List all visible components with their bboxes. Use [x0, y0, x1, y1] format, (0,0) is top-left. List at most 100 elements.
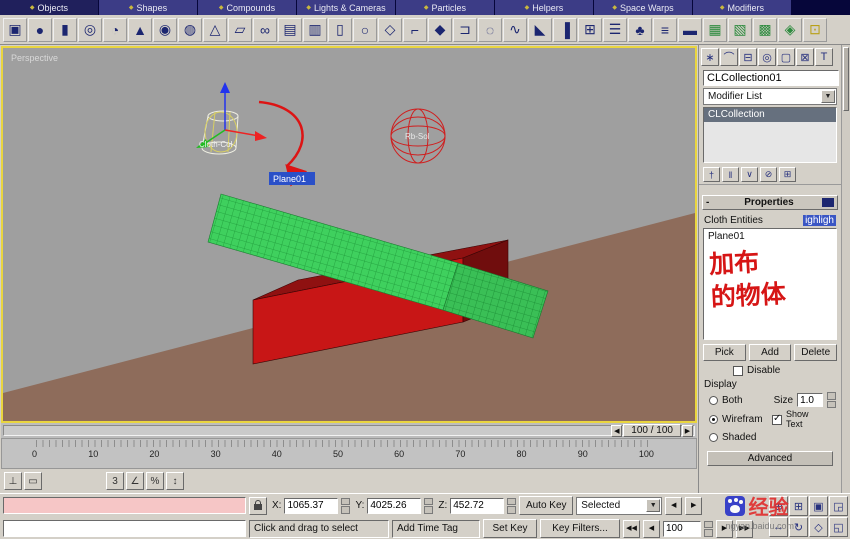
- foliage-icon[interactable]: ♣: [628, 17, 652, 42]
- set-key-button[interactable]: Set Key: [483, 519, 537, 538]
- x-coordinate-field[interactable]: [284, 497, 339, 514]
- hose-icon[interactable]: ∿: [503, 17, 527, 42]
- create-tab-icon[interactable]: ∗: [701, 48, 719, 66]
- torus-knot-icon[interactable]: ∞: [253, 17, 277, 42]
- delete-button[interactable]: Delete: [794, 344, 838, 361]
- pin-stack-icon[interactable]: †: [703, 167, 720, 182]
- configure-modifier-sets-icon[interactable]: ⊞: [779, 167, 796, 182]
- torus-icon[interactable]: ◎: [78, 17, 102, 42]
- tab-helpers[interactable]: ◆ Helpers: [495, 0, 594, 15]
- time-slider-left-arrow[interactable]: ◀: [611, 424, 623, 437]
- previous-frame-button[interactable]: ◀: [643, 519, 660, 538]
- current-frame-field[interactable]: [663, 520, 701, 537]
- field-of-view-icon[interactable]: ◇: [809, 517, 828, 537]
- cv-surface-icon[interactable]: ◈: [778, 17, 802, 42]
- y-spinner[interactable]: [424, 498, 433, 514]
- cylinder-icon[interactable]: ▮: [53, 17, 77, 42]
- selection-lock-button[interactable]: [249, 496, 267, 515]
- quad-patch-icon[interactable]: ▦: [703, 17, 727, 42]
- railing-icon[interactable]: ≡: [653, 17, 677, 42]
- perspective-viewport[interactable]: Cloth-Col Rb-Sol Plane01 Perspective: [3, 48, 695, 421]
- modifier-stack[interactable]: CLCollection: [703, 107, 837, 163]
- spinner-snap-icon[interactable]: ↕: [166, 472, 184, 491]
- c-ext-icon[interactable]: ⊐: [453, 17, 477, 42]
- size-spinner[interactable]: [827, 392, 836, 408]
- time-slider-right-arrow[interactable]: ▶: [682, 424, 693, 437]
- modifier-stack-item[interactable]: CLCollection: [704, 108, 836, 122]
- prism-icon[interactable]: ◣: [528, 17, 552, 42]
- hierarchy-tab-icon[interactable]: ⊟: [739, 48, 757, 66]
- time-slider-value[interactable]: 100 / 100: [623, 424, 681, 437]
- show-end-result-icon[interactable]: ‖: [722, 167, 739, 182]
- chamfer-cylinder-icon[interactable]: ▥: [303, 17, 327, 42]
- cone-icon[interactable]: ▲: [128, 17, 152, 42]
- y-coordinate-field[interactable]: [367, 497, 422, 514]
- viewport-window-icon[interactable]: ⊡: [803, 17, 827, 42]
- frame-spinner[interactable]: [704, 521, 713, 537]
- tab-space-warps[interactable]: ◆ Space Warps: [594, 0, 693, 15]
- add-time-tag[interactable]: Add Time Tag: [392, 519, 480, 538]
- axis-constraint-icon[interactable]: ⊥: [4, 472, 22, 491]
- door-icon[interactable]: ▐: [553, 17, 577, 42]
- tab-lights-cameras[interactable]: ◆ Lights & Cameras: [297, 0, 396, 15]
- spindle-icon[interactable]: ◇: [378, 17, 402, 42]
- track-bar[interactable]: 0 10 20 30 40 50 60 70 80 90 100: [1, 437, 697, 470]
- z-coordinate-field[interactable]: [450, 497, 505, 514]
- plane-icon[interactable]: ▱: [228, 17, 252, 42]
- geosphere-icon[interactable]: ◉: [153, 17, 177, 42]
- view-label[interactable]: Perspective: [11, 53, 58, 63]
- properties-rollout-header[interactable]: - Properties: [702, 195, 838, 210]
- add-button[interactable]: Add: [748, 344, 792, 361]
- motion-tab-icon[interactable]: ◎: [758, 48, 776, 66]
- tube-icon[interactable]: ◍: [178, 17, 202, 42]
- zoom-region-icon[interactable]: ◲: [829, 496, 848, 516]
- pick-button[interactable]: Pick: [703, 344, 746, 361]
- modify-tab-icon[interactable]: ⌒: [720, 48, 738, 66]
- tri-patch-icon[interactable]: ▧: [728, 17, 752, 42]
- go-to-start-button[interactable]: ◀◀: [623, 519, 640, 538]
- pyramid-icon[interactable]: △: [203, 17, 227, 42]
- shaded-radio[interactable]: [709, 432, 718, 442]
- box-icon[interactable]: ▣: [3, 17, 27, 42]
- wall-icon[interactable]: ▬: [678, 17, 702, 42]
- next-key-button[interactable]: ▶: [685, 496, 703, 515]
- sphere-icon[interactable]: ●: [28, 17, 52, 42]
- display-tab-icon[interactable]: ▢: [777, 48, 795, 66]
- stairs-icon[interactable]: ☰: [603, 17, 627, 42]
- key-filters-button[interactable]: Key Filters...: [540, 519, 620, 538]
- tab-shapes[interactable]: ◆ Shapes: [99, 0, 198, 15]
- maxscript-listener-input[interactable]: [3, 520, 246, 537]
- auto-key-button[interactable]: Auto Key: [519, 496, 574, 515]
- panel-scrollbar[interactable]: [841, 45, 850, 493]
- advanced-button[interactable]: Advanced: [707, 450, 833, 466]
- previous-key-button[interactable]: ◀: [665, 496, 683, 515]
- l-ext-icon[interactable]: ⌐: [403, 17, 427, 42]
- panel-scrollbar-thumb[interactable]: [843, 47, 849, 111]
- make-unique-icon[interactable]: ∨: [741, 167, 758, 182]
- angle-snap-icon[interactable]: ∠: [126, 472, 144, 491]
- cloth-objects-list[interactable]: Plane01 加布 的物体: [703, 228, 837, 340]
- maximize-viewport-icon[interactable]: ◱: [829, 517, 848, 537]
- object-name-field[interactable]: [703, 70, 839, 86]
- tab-compounds[interactable]: ◆ Compounds: [198, 0, 297, 15]
- x-spinner[interactable]: [341, 498, 350, 514]
- both-radio[interactable]: [709, 395, 718, 405]
- tab-modifiers[interactable]: ◆ Modifiers: [693, 0, 792, 15]
- selection-set-dropdown[interactable]: Selected ▼: [576, 496, 663, 515]
- time-slider-track[interactable]: [3, 425, 695, 436]
- zoom-extents-icon[interactable]: ▣: [809, 496, 828, 516]
- wireframe-radio[interactable]: [709, 415, 718, 425]
- tab-particles[interactable]: ◆ Particles: [396, 0, 495, 15]
- text-tool-icon[interactable]: T: [815, 48, 833, 66]
- gengon-icon[interactable]: ◆: [428, 17, 452, 42]
- tab-objects[interactable]: ◆ Objects: [0, 0, 99, 15]
- snap-toggle-3d-icon[interactable]: 3: [106, 472, 124, 491]
- remove-modifier-icon[interactable]: ⊘: [760, 167, 777, 182]
- disable-checkbox[interactable]: [733, 365, 743, 376]
- maxscript-listener-pink[interactable]: [3, 497, 246, 514]
- oil-tank-icon[interactable]: ▯: [328, 17, 352, 42]
- size-field[interactable]: [797, 393, 824, 407]
- chamfer-box-icon[interactable]: ▤: [278, 17, 302, 42]
- time-slider[interactable]: ◀ 100 / 100 ▶: [1, 423, 697, 438]
- capsule-icon[interactable]: ○: [353, 17, 377, 42]
